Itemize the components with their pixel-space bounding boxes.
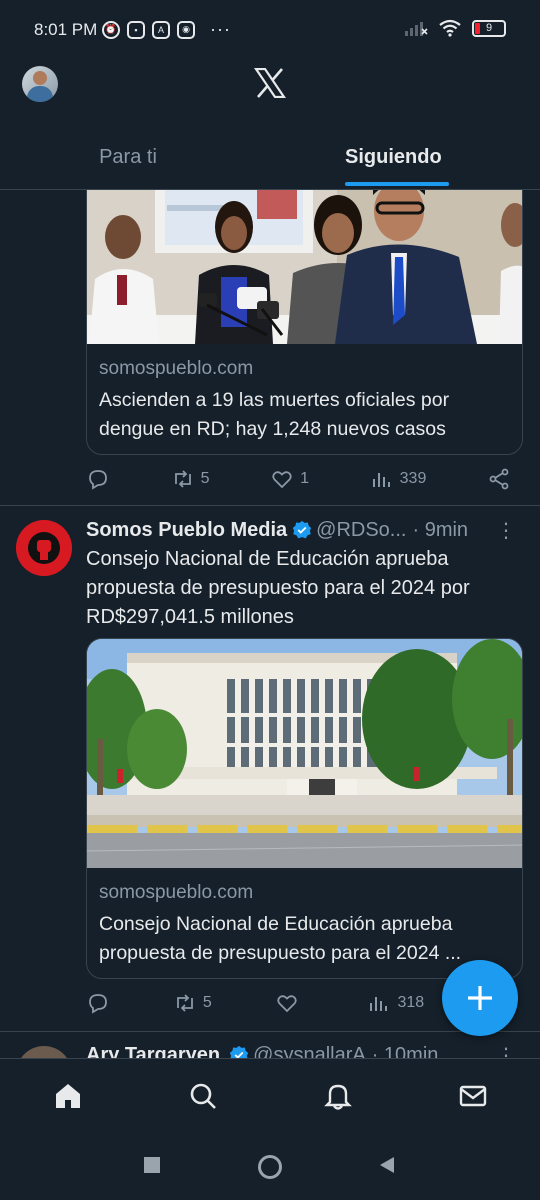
tab-siguiendo[interactable]: Siguiendo (256, 128, 540, 188)
tab-para-ti[interactable]: Para ti (0, 128, 256, 188)
like-button[interactable] (275, 991, 305, 1015)
battery-level: 9 (485, 22, 493, 34)
like-icon (272, 471, 292, 489)
signal-icon (405, 22, 428, 36)
status-system-icons: 9 (404, 19, 506, 37)
profile-avatar[interactable] (22, 66, 58, 102)
messages-icon (459, 1085, 486, 1106)
alarm-icon: ⏰ (102, 20, 120, 39)
tab-label: Siguiendo (345, 146, 442, 168)
timeline-tabs: Para ti Siguiendo (0, 128, 540, 188)
status-time: 8:01 PM (34, 20, 98, 39)
views-button[interactable]: 339 (370, 467, 427, 491)
tweet-time: · 9min (412, 518, 469, 541)
card-domain: somospueblo.com (99, 882, 254, 903)
views-icon (370, 997, 388, 1011)
bottom-navigation (0, 1058, 540, 1132)
tweet-author-avatar[interactable] (16, 1046, 72, 1058)
home-icon (55, 1083, 80, 1108)
card-image (87, 639, 522, 868)
tweet-time: · 10min (371, 1043, 439, 1059)
views-button[interactable]: 318 (367, 991, 424, 1015)
reply-button[interactable] (86, 991, 110, 1015)
tweet-divider (0, 505, 540, 506)
views-count: 318 (397, 994, 425, 1011)
wifi-icon (439, 19, 461, 37)
verified-badge-icon (229, 1045, 249, 1058)
search-icon (190, 1083, 216, 1109)
tweet-header: Ary Targaryen @sysnallarA · 10min ⋮ (86, 1040, 526, 1058)
recents-icon[interactable] (143, 1156, 161, 1174)
compose-button[interactable] (442, 960, 518, 1036)
more-options-icon[interactable]: ⋮ (496, 1043, 516, 1058)
tweet-header: Somos Pueblo Media @RDSo... · 9min ⋮ (86, 515, 526, 545)
app-notification-icon: A (152, 20, 170, 39)
retweet-icon (176, 994, 193, 1012)
battery-icon: 9 (472, 19, 506, 37)
more-notifications-icon: ··· (210, 19, 231, 39)
tweet-text: Consejo Nacional de Educación aprueba pr… (86, 548, 470, 628)
like-icon (276, 995, 297, 1013)
top-header: Para ti Siguiendo (0, 60, 540, 190)
status-bar: 8:01 PM ⏰ ▪ A ◉ ··· 9 (0, 0, 540, 60)
app-notification-icon: ◉ (177, 20, 195, 39)
nav-notifications[interactable] (322, 1080, 354, 1112)
like-button[interactable]: 1 (270, 467, 309, 491)
author-handle[interactable]: @sysnallarA (253, 1044, 366, 1059)
notifications-icon (323, 1084, 352, 1110)
retweet-icon (174, 470, 191, 488)
press-conference-photo (87, 190, 522, 344)
retweet-count: 5 (200, 470, 210, 487)
building-photo (87, 639, 522, 868)
tweet-actions: 5 1 339 (86, 462, 511, 496)
share-button[interactable] (487, 467, 511, 491)
reply-icon (89, 994, 107, 1014)
more-options-icon[interactable]: ⋮ (496, 518, 516, 543)
author-name[interactable]: Ary Targaryen (86, 1044, 220, 1059)
plus-icon (468, 986, 492, 1010)
nav-search[interactable] (187, 1080, 219, 1112)
link-card[interactable]: somospueblo.com Consejo Nacional de Educ… (86, 638, 523, 979)
verified-badge-icon (292, 520, 312, 539)
x-logo-icon (254, 68, 286, 98)
card-domain: somospueblo.com (99, 358, 254, 379)
fist-logo-icon (16, 520, 72, 576)
card-title: Ascienden a 19 las muertes oficiales por… (99, 389, 450, 440)
views-icon (372, 473, 390, 487)
app-notification-icon: ▪ (127, 20, 145, 39)
reply-icon (89, 470, 107, 490)
share-icon (489, 468, 509, 490)
views-count: 339 (399, 470, 427, 487)
nav-home[interactable] (52, 1080, 84, 1112)
reply-button[interactable] (86, 467, 110, 491)
back-icon[interactable] (378, 1156, 396, 1174)
system-navigation (0, 1132, 540, 1200)
timeline-feed[interactable]: somospueblo.com Ascienden a 19 las muert… (0, 190, 540, 1058)
retweet-button[interactable]: 5 (173, 991, 212, 1015)
link-card[interactable]: somospueblo.com Ascienden a 19 las muert… (86, 190, 523, 455)
retweet-button[interactable]: 5 (171, 467, 210, 491)
home-circle-icon[interactable] (257, 1154, 283, 1180)
tweet-divider (0, 1031, 540, 1032)
author-handle[interactable]: @RDSo... (316, 519, 406, 542)
active-tab-indicator (345, 182, 449, 186)
tweet-author-avatar[interactable] (16, 520, 72, 576)
retweet-count: 5 (202, 994, 212, 1011)
status-notification-icons: ⏰ ▪ A ◉ ··· (102, 19, 231, 40)
like-count: 1 (300, 470, 310, 487)
card-image (87, 190, 522, 344)
nav-messages[interactable] (457, 1080, 489, 1112)
author-name[interactable]: Somos Pueblo Media (86, 519, 287, 542)
tab-label: Para ti (99, 146, 157, 168)
